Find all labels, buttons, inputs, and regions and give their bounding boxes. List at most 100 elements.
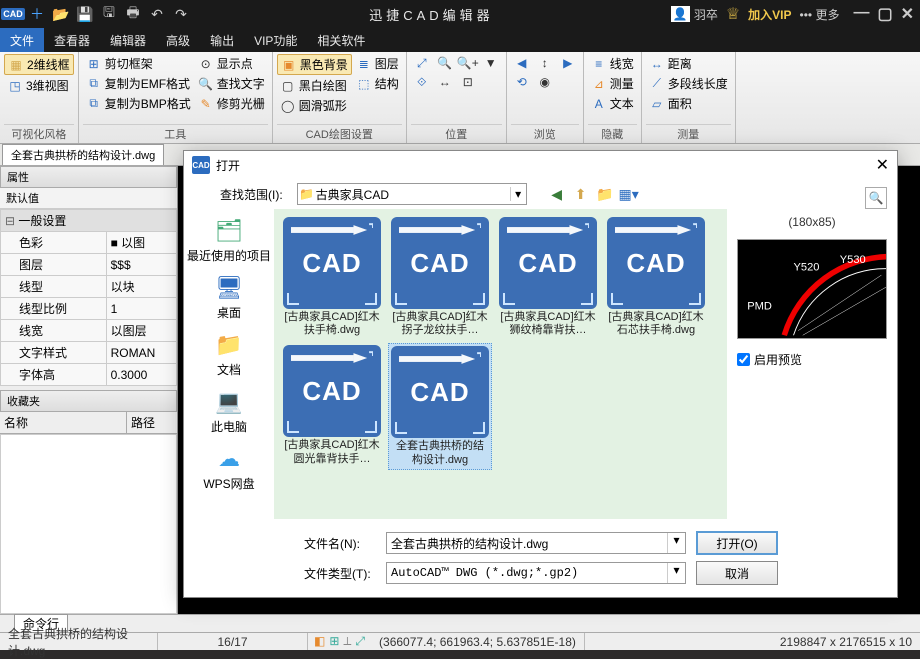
property-value[interactable]: ■ 以图: [106, 232, 176, 254]
file-item[interactable]: CAD[古典家具CAD]红木石芯扶手椅.dwg: [604, 215, 708, 339]
redo-icon[interactable]: ↷: [170, 3, 192, 25]
ribbon-button[interactable]: ⊿测量: [588, 74, 637, 93]
ribbon-button[interactable]: 🔍查找文字: [195, 74, 268, 93]
menu-编辑器[interactable]: 编辑器: [100, 28, 156, 52]
close-button[interactable]: ✕: [901, 4, 914, 24]
ribbon-button[interactable]: ≡线宽: [588, 54, 637, 73]
place-item[interactable]: 🗂最近使用的项目: [187, 217, 271, 264]
ribbon-button[interactable]: ⊞剪切框架: [83, 54, 194, 73]
tools-button[interactable]: 🔍: [865, 187, 887, 209]
property-value[interactable]: $$$: [106, 254, 176, 276]
file-item[interactable]: CAD[古典家具CAD]红木扶手椅.dwg: [280, 215, 384, 339]
place-item[interactable]: 📁文档: [211, 331, 247, 378]
ribbon-button[interactable]: ⧉复制为EMF格式: [83, 74, 194, 93]
ribbon-button[interactable]: ▼: [480, 54, 502, 72]
status-icon[interactable]: ⊞: [329, 634, 339, 649]
document-tab[interactable]: 全套古典拱桥的结构设计.dwg: [2, 144, 164, 165]
ribbon-icon: ↕: [537, 55, 553, 71]
new-icon[interactable]: ＋: [26, 3, 48, 25]
ribbon-button[interactable]: A文本: [588, 94, 637, 113]
menu-相关软件[interactable]: 相关软件: [307, 28, 375, 52]
filetype-input[interactable]: [387, 563, 667, 583]
save-icon[interactable]: 💾: [74, 3, 96, 25]
ribbon-button[interactable]: ▶: [557, 54, 579, 72]
ribbon-button[interactable]: ⧉复制为BMP格式: [83, 94, 194, 113]
ribbon-button[interactable]: ⟐: [411, 73, 433, 91]
ribbon-button[interactable]: ▣黑色背景: [277, 54, 352, 75]
more-menu[interactable]: ••• 更多: [800, 6, 840, 23]
menu-VIP功能[interactable]: VIP功能: [244, 28, 307, 52]
ribbon-button[interactable]: ↕: [534, 54, 556, 72]
open-icon[interactable]: 📂: [50, 3, 72, 25]
ribbon-button[interactable]: ↔: [434, 73, 456, 91]
ribbon-button[interactable]: ◯圆滑弧形: [277, 96, 352, 115]
status-icon[interactable]: ⤢: [355, 634, 365, 649]
ribbon-button[interactable]: ⬚结构: [353, 74, 402, 93]
back-icon[interactable]: ◀: [547, 184, 567, 204]
ribbon-button[interactable]: 🔍+: [457, 54, 479, 72]
ribbon-button[interactable]: ⊙显示点: [195, 54, 268, 73]
ribbon-button[interactable]: 🔍: [434, 54, 456, 72]
file-list-area[interactable]: CAD[古典家具CAD]红木扶手椅.dwgCAD[古典家具CAD]红木拐子龙纹扶…: [274, 209, 727, 519]
status-icon[interactable]: ◧: [314, 634, 325, 649]
ribbon-button[interactable]: ⊡: [457, 73, 479, 91]
file-item[interactable]: CAD[古典家具CAD]红木狮纹椅靠背扶…: [496, 215, 600, 339]
filetype-combo[interactable]: ▾: [386, 562, 686, 584]
open-button[interactable]: 打开(O): [696, 531, 778, 555]
menu-输出[interactable]: 输出: [200, 28, 244, 52]
saveas-icon[interactable]: 🖫: [98, 3, 120, 25]
lookin-combo[interactable]: 📁 ▾: [297, 183, 527, 205]
property-group[interactable]: 一般设置: [1, 210, 177, 232]
undo-icon[interactable]: ↶: [146, 3, 168, 25]
ribbon-button[interactable]: ▱面积: [646, 94, 731, 113]
enable-preview-input[interactable]: [737, 353, 750, 366]
ribbon-button[interactable]: ⤢: [411, 54, 433, 72]
favorites-list[interactable]: [0, 434, 177, 614]
place-item[interactable]: 🖥桌面: [211, 274, 247, 321]
place-item[interactable]: 💻此电脑: [211, 388, 247, 435]
ribbon-button[interactable]: ✎修剪光栅: [195, 94, 268, 113]
property-value[interactable]: 1: [106, 298, 176, 320]
ribbon-button[interactable]: ▢黑白绘图: [277, 76, 352, 95]
ribbon-button[interactable]: ◉: [534, 73, 556, 91]
property-value[interactable]: ROMAN: [106, 342, 176, 364]
print-icon[interactable]: 🖶: [122, 3, 144, 25]
ribbon-button[interactable]: ≣图层: [353, 54, 402, 73]
file-item[interactable]: CAD[古典家具CAD]红木拐子龙纹扶手…: [388, 215, 492, 339]
menu-查看器[interactable]: 查看器: [44, 28, 100, 52]
views-icon[interactable]: ▦▾: [619, 184, 639, 204]
ribbon-group: ⊞剪切框架⧉复制为EMF格式⧉复制为BMP格式⊙显示点🔍查找文字✎修剪光栅工具: [79, 52, 273, 143]
chevron-down-icon[interactable]: ▾: [510, 187, 526, 201]
up-icon[interactable]: ⬆: [571, 184, 591, 204]
ribbon-button[interactable]: ▦2维线框: [4, 54, 74, 75]
menu-高级[interactable]: 高级: [156, 28, 200, 52]
user-area[interactable]: 👤 羽卒: [671, 6, 718, 23]
property-value[interactable]: 以块: [106, 276, 176, 298]
maximize-button[interactable]: ▢: [877, 4, 892, 24]
filename-input[interactable]: [387, 533, 667, 553]
minimize-button[interactable]: —: [853, 4, 869, 24]
property-value[interactable]: 以图层: [106, 320, 176, 342]
file-item[interactable]: CAD[古典家具CAD]红木圆光靠背扶手…: [280, 343, 384, 469]
dialog-close-button[interactable]: ✕: [876, 155, 889, 175]
enable-preview-checkbox[interactable]: 启用预览: [737, 351, 887, 368]
filename-combo[interactable]: ▾: [386, 532, 686, 554]
vip-button[interactable]: 加入VIP: [748, 6, 791, 23]
lookin-input[interactable]: [316, 187, 510, 201]
ribbon-button[interactable]: ⟲: [511, 73, 533, 91]
property-value[interactable]: 0.3000: [106, 364, 176, 386]
chevron-down-icon[interactable]: ▾: [667, 533, 685, 553]
cancel-button[interactable]: 取消: [696, 561, 778, 585]
newfolder-icon[interactable]: 📁: [595, 184, 615, 204]
menu-文件[interactable]: 文件: [0, 28, 44, 52]
ribbon-button[interactable]: ◀: [511, 54, 533, 72]
ribbon-button[interactable]: ⟋多段线长度: [646, 74, 731, 93]
ribbon-icon: ≣: [356, 56, 372, 72]
status-icon[interactable]: ⟂: [343, 634, 351, 649]
file-item[interactable]: CAD全套古典拱桥的结构设计.dwg: [388, 343, 492, 469]
ribbon-button[interactable]: ↔距离: [646, 54, 731, 73]
place-item[interactable]: ☁WPS网盘: [203, 445, 254, 492]
chevron-down-icon[interactable]: ▾: [667, 563, 685, 583]
ribbon-button[interactable]: ◳3维视图: [4, 76, 74, 95]
ribbon-icon: ◳: [7, 78, 23, 94]
